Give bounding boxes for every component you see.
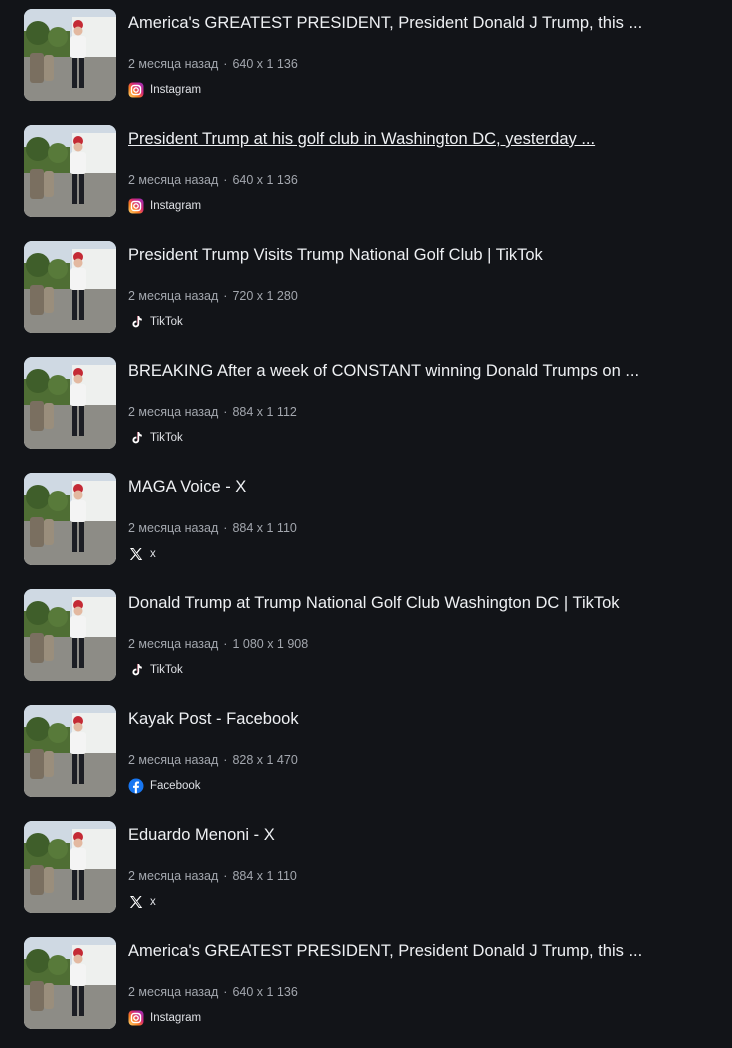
- result-source-name: TikTok: [150, 664, 183, 676]
- result-thumbnail[interactable]: [24, 589, 116, 681]
- result-title[interactable]: Eduardo Menoni - X: [128, 825, 718, 845]
- x-icon: [128, 546, 144, 562]
- result-item[interactable]: Kayak Post - Facebook 2 месяца назад · 828…: [0, 696, 732, 812]
- result-thumbnail[interactable]: [24, 473, 116, 565]
- meta-separator: ·: [223, 869, 228, 883]
- result-thumbnail[interactable]: [24, 937, 116, 1029]
- result-dimensions: 884 x 1 112: [232, 405, 297, 419]
- result-title[interactable]: America's GREATEST PRESIDENT, President …: [128, 13, 718, 33]
- instagram-icon: [128, 82, 144, 98]
- result-source-name: Instagram: [150, 84, 202, 96]
- result-item[interactable]: America's GREATEST PRESIDENT, President …: [0, 928, 732, 1044]
- result-dimensions: 828 x 1 470: [232, 753, 298, 767]
- result-item[interactable]: MAGA Voice - X 2 месяца назад · 884 x 1 11…: [0, 464, 732, 580]
- meta-separator: ·: [223, 753, 228, 767]
- result-thumbnail[interactable]: [24, 705, 116, 797]
- result-meta: 2 месяца назад · 720 x 1 280: [128, 288, 298, 304]
- tiktok-icon: [128, 430, 144, 446]
- meta-separator: ·: [223, 173, 228, 187]
- result-age: 2 месяца назад: [128, 521, 219, 535]
- result-meta: 2 месяца назад · 828 x 1 470: [128, 752, 298, 768]
- result-item[interactable]: America's GREATEST PRESIDENT, President …: [0, 0, 732, 116]
- result-source-name: Instagram: [150, 200, 202, 212]
- result-thumbnail[interactable]: [24, 821, 116, 913]
- result-source-name: Instagram: [150, 1012, 202, 1024]
- result-dimensions: 720 x 1 280: [232, 289, 298, 303]
- result-age: 2 месяца назад: [128, 637, 219, 651]
- result-thumbnail[interactable]: [24, 241, 116, 333]
- tiktok-icon: [128, 662, 144, 678]
- result-source-name: x: [150, 548, 156, 560]
- meta-separator: ·: [223, 985, 228, 999]
- result-source[interactable]: Instagram: [128, 197, 201, 215]
- result-title[interactable]: Kayak Post - Facebook: [128, 709, 718, 729]
- result-age: 2 месяца назад: [128, 173, 219, 187]
- result-source[interactable]: Facebook: [128, 777, 201, 795]
- result-source[interactable]: x: [128, 545, 156, 563]
- result-source[interactable]: TikTok: [128, 429, 183, 447]
- result-age: 2 месяца назад: [128, 289, 219, 303]
- instagram-icon: [128, 1010, 144, 1026]
- result-item[interactable]: Eduardo Menoni - X 2 месяца назад · 884 x …: [0, 812, 732, 928]
- meta-separator: ·: [223, 637, 228, 651]
- x-icon: [128, 894, 144, 910]
- facebook-icon: [128, 778, 144, 794]
- result-dimensions: 640 x 1 136: [232, 173, 298, 187]
- result-age: 2 месяца назад: [128, 869, 219, 883]
- result-title[interactable]: President Trump Visits Trump National Go…: [128, 245, 718, 265]
- result-meta: 2 месяца назад · 884 x 1 110: [128, 520, 297, 536]
- result-item[interactable]: President Trump Visits Trump National Go…: [0, 232, 732, 348]
- result-meta: 2 месяца назад · 640 x 1 136: [128, 984, 298, 1000]
- result-meta: 2 месяца назад · 640 x 1 136: [128, 172, 298, 188]
- result-source-name: TikTok: [150, 432, 183, 444]
- result-meta: 2 месяца назад · 884 x 1 112: [128, 404, 297, 420]
- result-source[interactable]: Instagram: [128, 81, 201, 99]
- result-source[interactable]: TikTok: [128, 313, 183, 331]
- result-title[interactable]: President Trump at his golf club in Wash…: [128, 129, 718, 149]
- result-title[interactable]: America's GREATEST PRESIDENT, President …: [128, 941, 718, 961]
- result-source-name: x: [150, 896, 156, 908]
- result-dimensions: 1 080 x 1 908: [232, 637, 309, 651]
- result-age: 2 месяца назад: [128, 753, 219, 767]
- tiktok-icon: [128, 314, 144, 330]
- result-item[interactable]: Donald Trump at Trump National Golf Club…: [0, 580, 732, 696]
- result-source-name: TikTok: [150, 316, 183, 328]
- result-source-name: Facebook: [150, 780, 201, 792]
- result-thumbnail[interactable]: [24, 125, 116, 217]
- result-title[interactable]: BREAKING After a week of CONSTANT winnin…: [128, 361, 718, 381]
- result-dimensions: 884 x 1 110: [232, 521, 297, 535]
- result-source[interactable]: TikTok: [128, 661, 183, 679]
- result-title[interactable]: Donald Trump at Trump National Golf Club…: [128, 593, 718, 613]
- result-dimensions: 640 x 1 136: [232, 985, 298, 999]
- result-age: 2 месяца назад: [128, 985, 219, 999]
- result-dimensions: 884 x 1 110: [232, 869, 297, 883]
- meta-separator: ·: [223, 521, 228, 535]
- result-item[interactable]: BREAKING After a week of CONSTANT winnin…: [0, 348, 732, 464]
- result-title[interactable]: MAGA Voice - X: [128, 477, 718, 497]
- result-age: 2 месяца назад: [128, 405, 219, 419]
- result-dimensions: 640 x 1 136: [232, 57, 298, 71]
- result-item[interactable]: President Trump at his golf club in Wash…: [0, 116, 732, 232]
- result-source[interactable]: x: [128, 893, 156, 911]
- instagram-icon: [128, 198, 144, 214]
- result-thumbnail[interactable]: [24, 357, 116, 449]
- image-results-list: America's GREATEST PRESIDENT, President …: [0, 0, 732, 1048]
- meta-separator: ·: [223, 57, 228, 71]
- result-meta: 2 месяца назад · 884 x 1 110: [128, 868, 297, 884]
- result-meta: 2 месяца назад · 640 x 1 136: [128, 56, 298, 72]
- meta-separator: ·: [223, 289, 228, 303]
- meta-separator: ·: [223, 405, 228, 419]
- result-age: 2 месяца назад: [128, 57, 219, 71]
- result-source[interactable]: Instagram: [128, 1009, 201, 1027]
- result-thumbnail[interactable]: [24, 9, 116, 101]
- result-meta: 2 месяца назад · 1 080 x 1 908: [128, 636, 308, 652]
